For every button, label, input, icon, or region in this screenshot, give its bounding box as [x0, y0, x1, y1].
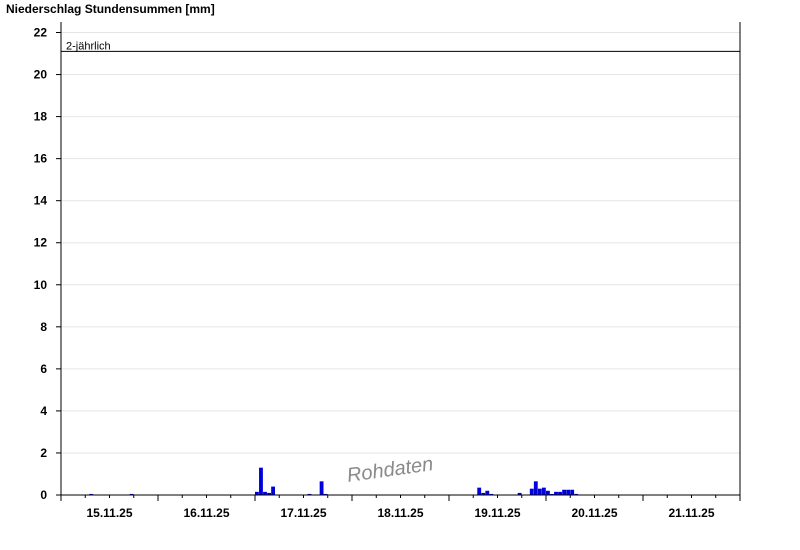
y-tick-labels: 0 2 4 6 8 10 12 14 16 18 20 22	[34, 26, 48, 502]
x-tick-label: 19.11.25	[474, 506, 520, 520]
precip-bar	[477, 487, 482, 495]
y-tick-label: 6	[40, 362, 47, 376]
precipitation-chart: 2-jährlich 0246810121416182022 15.11.25 1…	[34, 22, 741, 520]
x-tick-label: 21.11.25	[668, 506, 714, 520]
x-tick-label: 18.11.25	[377, 506, 423, 520]
y-tick-label: 8	[40, 320, 47, 334]
y-tick-label: 10	[34, 278, 48, 292]
precip-bar	[570, 489, 575, 495]
x-tick-labels: 15.11.25 16.11.25 17.11.25 18.11.25 19.11.25…	[86, 506, 714, 520]
y-tick-label: 14	[34, 194, 48, 208]
y-tick-label: 22	[34, 26, 48, 40]
y-tick-label: 18	[34, 110, 48, 124]
x-tick-label: 17.11.25	[280, 506, 326, 520]
y-tick-label: 16	[34, 152, 48, 166]
precip-bar	[566, 489, 571, 495]
bars	[89, 467, 579, 495]
x-tick-label: 16.11.25	[183, 506, 229, 520]
precip-bar	[529, 488, 534, 495]
y-tick-label: 2	[40, 446, 47, 460]
precip-bar	[562, 489, 567, 495]
y-tick-label: 0	[40, 488, 47, 502]
y-tick-label: 12	[34, 236, 48, 250]
precip-bar	[271, 486, 276, 495]
threshold-label: 2-jährlich	[66, 40, 111, 52]
precip-bar	[541, 487, 546, 495]
precip-bar	[259, 467, 263, 495]
precip-bar	[537, 488, 542, 495]
axes	[56, 22, 741, 501]
y-tick-label: 20	[34, 68, 48, 82]
precip-bar	[485, 490, 490, 495]
x-tick-label: 20.11.25	[571, 506, 617, 520]
x-tick-label: 15.11.25	[86, 506, 132, 520]
precip-bar	[533, 481, 538, 495]
precip-bar	[546, 490, 550, 495]
grid-lines	[61, 32, 740, 454]
precip-bar	[319, 481, 324, 495]
watermark: Rohdaten	[346, 453, 435, 487]
y-tick-label: 4	[40, 404, 47, 418]
threshold: 2-jährlich	[61, 40, 740, 52]
